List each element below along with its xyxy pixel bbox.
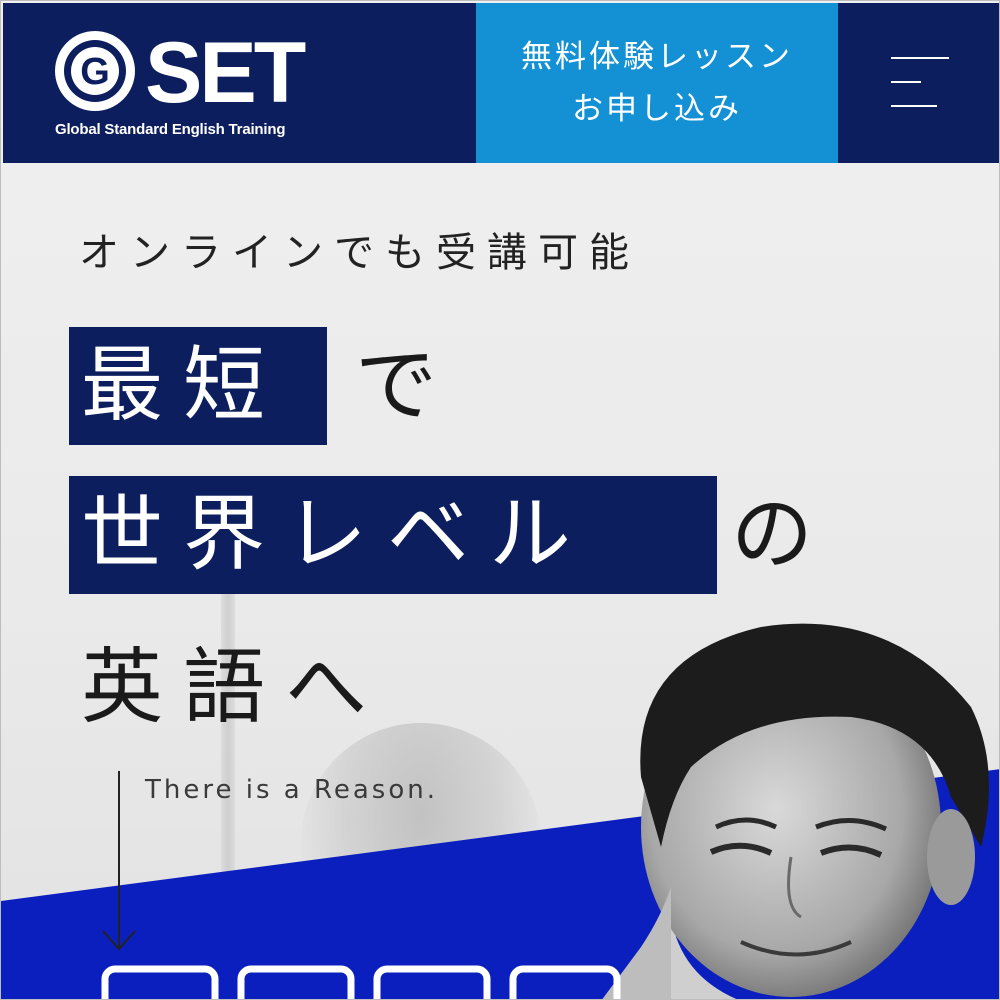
there-is-a-reason-text: There is a Reason. — [145, 775, 438, 805]
free-trial-button-line1: 無料体験レッスン — [521, 39, 793, 75]
outlined-shapes — [101, 965, 621, 999]
page-frame: G SET Global Standard English Training 無… — [0, 0, 1000, 1000]
headline-to-english: 英語へ — [81, 640, 388, 735]
headline-highlight-shortest: 最短 — [69, 327, 327, 445]
logo-tagline: Global Standard English Training — [55, 121, 286, 138]
hero-section: オンラインでも受講可能 最短 で 世界レベル の 英語へ There is a … — [1, 163, 999, 999]
hamburger-menu-icon[interactable] — [883, 51, 949, 115]
gset-logo[interactable]: G SET Global Standard English Training — [53, 29, 306, 141]
logo-letter: G — [80, 51, 110, 93]
free-trial-button-line2: お申し込み — [572, 91, 742, 127]
headline-particle-de: で — [355, 338, 458, 433]
menu-line-top — [891, 57, 949, 59]
logo-wordmark: SET — [145, 25, 306, 121]
logo-mark-icon: G — [55, 31, 135, 111]
menu-line-bottom — [891, 105, 937, 107]
free-trial-button[interactable]: 無料体験レッスン お申し込み — [476, 3, 838, 163]
arrow-down-icon — [102, 771, 136, 951]
instructor-photo — [602, 623, 989, 999]
headline-highlight-world-level: 世界レベル — [69, 476, 717, 594]
site-header: G SET Global Standard English Training 無… — [3, 3, 999, 163]
headline-particle-no: の — [731, 487, 834, 582]
menu-line-middle — [891, 81, 921, 83]
online-available-subtitle: オンラインでも受講可能 — [79, 230, 640, 276]
